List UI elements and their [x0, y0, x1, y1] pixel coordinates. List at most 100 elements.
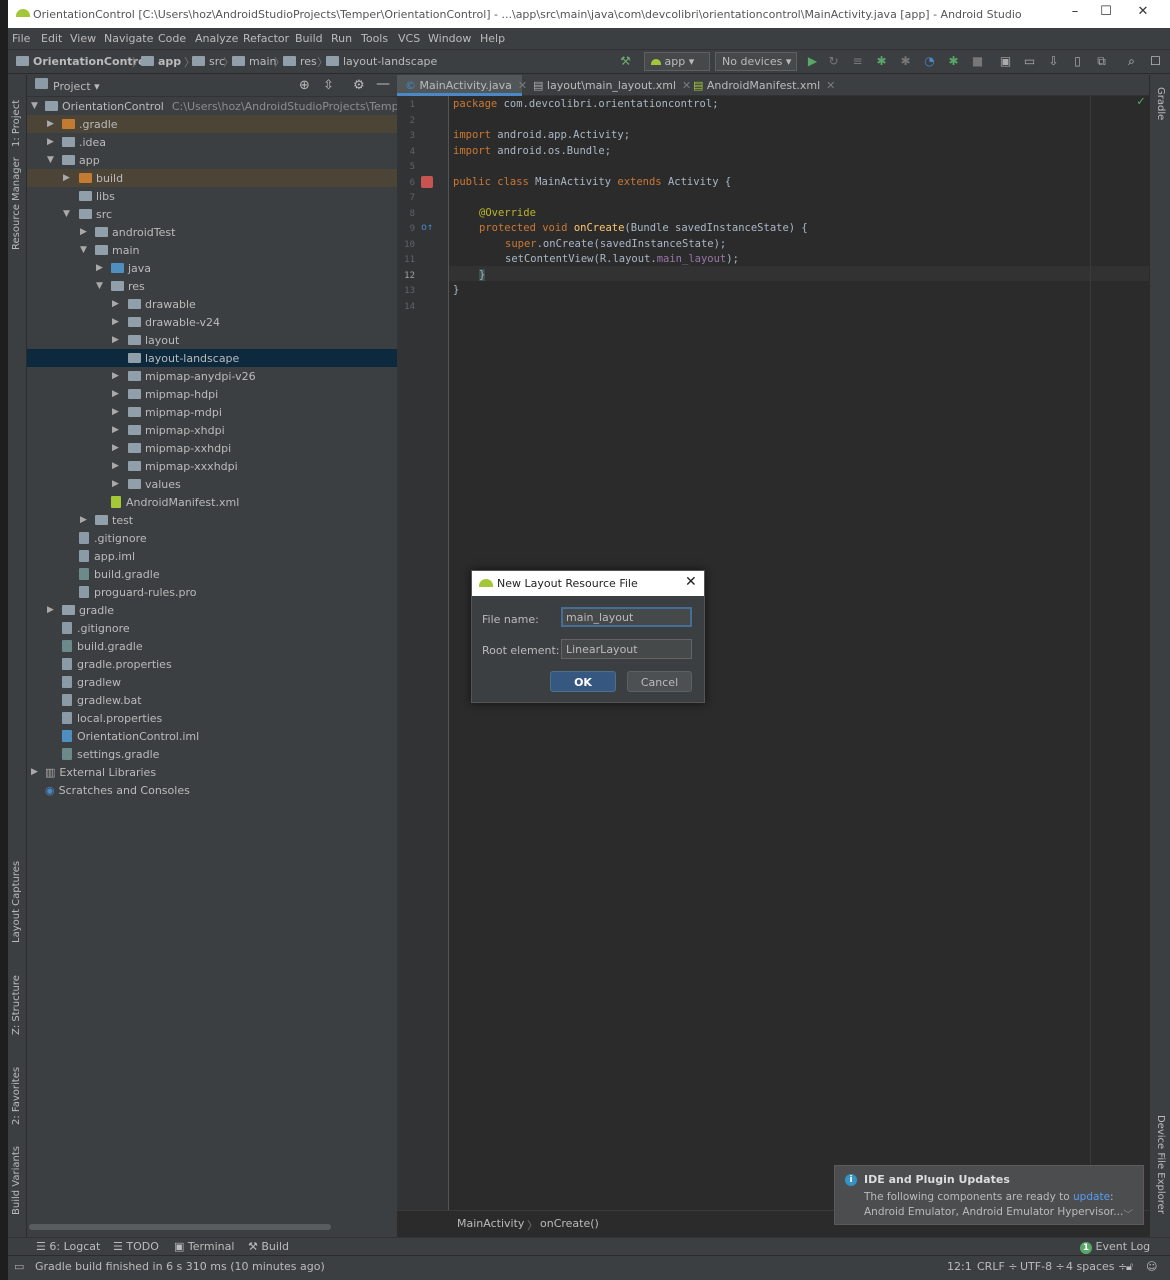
run-config-select[interactable]: app ▾ — [644, 52, 710, 71]
device-select[interactable]: No devices ▾ — [715, 52, 797, 71]
apply-changes-icon[interactable]: ↻ — [826, 54, 841, 69]
menu-view[interactable]: View — [70, 32, 96, 45]
override-gutter-icon[interactable]: o↑ — [421, 222, 433, 233]
tree-item[interactable]: ▶ drawable — [27, 295, 397, 313]
tree-item[interactable]: gradle.properties — [27, 655, 397, 673]
file-name-input[interactable]: main_layout — [561, 607, 692, 627]
layout-inspector-icon[interactable]: ▯ — [1070, 54, 1085, 69]
collapse-icon[interactable]: ▶ — [112, 371, 119, 381]
tree-item[interactable]: ▼ app — [27, 151, 397, 169]
tree-item[interactable]: settings.gradle — [27, 745, 397, 763]
project-structure-icon[interactable]: ⧉ — [1094, 54, 1109, 69]
line-separator-select[interactable]: CRLF ÷ — [977, 1260, 1018, 1273]
tree-item[interactable]: ▶ mipmap-xxxhdpi — [27, 457, 397, 475]
inspector-icon[interactable]: ☺︎ — [1146, 1260, 1157, 1273]
menu-build[interactable]: Build — [295, 32, 323, 45]
breadcrumb-res[interactable]: res — [283, 55, 317, 68]
tab-gradle[interactable]: Gradle — [1155, 87, 1166, 120]
menu-edit[interactable]: Edit — [41, 32, 62, 45]
project-view-select[interactable]: Project ▾ — [53, 80, 100, 93]
tree-item[interactable]: ▶ build — [27, 169, 397, 187]
tree-item[interactable]: .gitignore — [27, 619, 397, 637]
make-project-icon[interactable]: ⚒ — [618, 54, 633, 69]
tree-item[interactable]: ▶ .gradle — [27, 115, 397, 133]
breadcrumb-project[interactable]: OrientationControl — [16, 55, 149, 68]
event-log-button[interactable]: 1 Event Log — [1080, 1240, 1150, 1254]
minimize-button[interactable]: – — [1060, 4, 1090, 24]
tree-item[interactable]: ▶ mipmap-anydpi-v26 — [27, 367, 397, 385]
sync-project-icon[interactable]: ▣ — [998, 54, 1013, 69]
ok-button[interactable]: OK — [550, 671, 616, 692]
collapse-icon[interactable]: ▶ — [112, 479, 119, 489]
tree-item[interactable]: ▶ mipmap-mdpi — [27, 403, 397, 421]
collapse-icon[interactable]: ▶ — [112, 407, 119, 417]
tree-item[interactable]: ▶ java — [27, 259, 397, 277]
tab-build[interactable]: ⚒ Build — [248, 1240, 289, 1253]
collapse-icon[interactable]: ▶ — [96, 263, 103, 273]
status-message[interactable]: Gradle build finished in 6 s 310 ms (10 … — [35, 1260, 325, 1273]
profile-icon[interactable]: ◔ — [922, 54, 937, 69]
menu-file[interactable]: File — [12, 32, 30, 45]
collapse-icon[interactable]: ▶ — [80, 227, 87, 237]
tree-item[interactable]: ▶ gradle — [27, 601, 397, 619]
collapse-icon[interactable]: ▶ — [112, 461, 119, 471]
collapse-icon[interactable]: ▶ — [112, 425, 119, 435]
stop-icon[interactable]: ■ — [970, 54, 985, 69]
cancel-button[interactable]: Cancel — [627, 671, 692, 692]
tree-item-selected[interactable]: layout-landscape — [27, 349, 397, 367]
tree-item[interactable]: ▶ mipmap-hdpi — [27, 385, 397, 403]
tree-item[interactable]: ▶ .idea — [27, 133, 397, 151]
collapse-all-icon[interactable]: ⇳ — [323, 78, 334, 93]
collapse-icon[interactable]: ▶ — [112, 389, 119, 399]
tree-item[interactable]: ◉ Scratches and Consoles — [27, 781, 397, 799]
menu-refactor[interactable]: Refactor — [243, 32, 289, 45]
debug-icon[interactable]: ✱ — [874, 54, 889, 69]
debug-android-icon[interactable]: ✱ — [946, 54, 961, 69]
expand-icon[interactable]: ▼ — [63, 209, 70, 219]
tree-item[interactable]: .gitignore — [27, 529, 397, 547]
search-icon[interactable]: ⌕ — [1124, 54, 1139, 69]
menu-analyze[interactable]: Analyze — [195, 32, 238, 45]
tree-item[interactable]: OrientationControl.iml — [27, 727, 397, 745]
expand-icon[interactable]: ▼ — [31, 101, 38, 111]
tree-item[interactable]: ▶ mipmap-xhdpi — [27, 421, 397, 439]
expand-icon[interactable]: ▼ — [47, 155, 54, 165]
horizontal-scrollbar[interactable] — [29, 1224, 331, 1230]
tree-item[interactable]: ▼ src — [27, 205, 397, 223]
collapse-icon[interactable]: ▶ — [112, 335, 119, 345]
tree-item[interactable]: ▶ drawable-v24 — [27, 313, 397, 331]
collapse-icon[interactable]: ▶ — [31, 767, 38, 777]
menu-navigate[interactable]: Navigate — [104, 32, 153, 45]
collapse-icon[interactable]: ▶ — [63, 173, 70, 183]
tree-item[interactable]: build.gradle — [27, 565, 397, 583]
chevron-down-icon[interactable]: ﹀ — [1123, 1206, 1133, 1221]
tab-logcat[interactable]: ☰ 6: Logcat — [36, 1240, 100, 1253]
tree-item[interactable]: ▶ androidTest — [27, 223, 397, 241]
tree-item[interactable]: ▶ ▥ External Libraries — [27, 763, 397, 781]
breadcrumb-main[interactable]: main — [232, 55, 276, 68]
tree-item[interactable]: ▶ layout — [27, 331, 397, 349]
update-link[interactable]: update — [1073, 1191, 1110, 1203]
tree-item[interactable]: app.iml — [27, 547, 397, 565]
breadcrumb-layout-landscape[interactable]: layout-landscape — [326, 55, 437, 68]
breadcrumb-class[interactable]: MainActivity — [457, 1217, 524, 1230]
menu-code[interactable]: Code — [158, 32, 186, 45]
account-icon[interactable]: ☐ — [1148, 54, 1163, 69]
tab-androidmanifest-xml[interactable]: ▤ AndroidManifest.xml ✕ — [685, 75, 837, 96]
close-icon[interactable]: ✕ — [685, 574, 697, 590]
tab-todo[interactable]: ☰ TODO — [113, 1240, 159, 1253]
tree-item[interactable]: ▼ OrientationControl C:\Users\hoz\AndroidS… — [27, 97, 397, 115]
menu-window[interactable]: Window — [428, 32, 471, 45]
activity-gutter-icon[interactable] — [421, 176, 433, 188]
collapse-icon[interactable]: ▶ — [47, 605, 54, 615]
menu-vcs[interactable]: VCS — [398, 32, 420, 45]
expand-icon[interactable]: ▼ — [96, 281, 103, 291]
tree-item[interactable]: ▶ test — [27, 511, 397, 529]
collapse-icon[interactable]: ▶ — [47, 119, 54, 129]
breadcrumb-method[interactable]: onCreate() — [540, 1217, 599, 1230]
close-tab-icon[interactable]: ✕ — [826, 79, 835, 92]
tab-terminal[interactable]: ▣ Terminal — [174, 1240, 234, 1253]
avd-manager-icon[interactable]: ▭ — [1022, 54, 1037, 69]
tree-item[interactable]: AndroidManifest.xml — [27, 493, 397, 511]
tab-mainactivity-java[interactable]: © MainActivity.java ✕ — [397, 75, 527, 96]
